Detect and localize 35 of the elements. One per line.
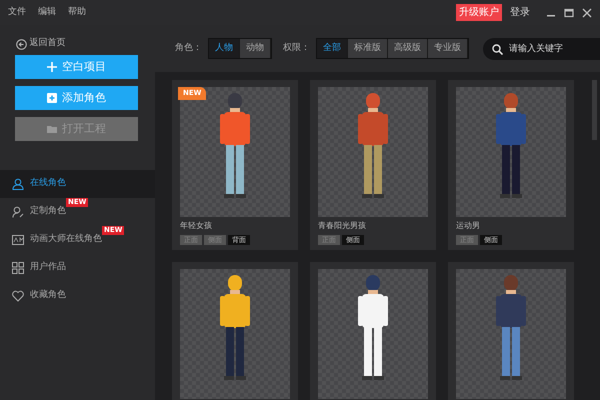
filter-tab[interactable]: 专业版 — [428, 38, 468, 58]
sidebar-item[interactable]: 用户作品 — [0, 254, 155, 282]
back-arrow-icon — [16, 38, 27, 50]
upgrade-account-button[interactable]: 升级账户 — [456, 4, 502, 21]
sidebar-item[interactable]: 在线角色 — [0, 170, 155, 198]
person-pencil-icon — [12, 206, 24, 218]
filter-tab[interactable]: 全部 — [317, 38, 348, 58]
folder-icon — [47, 124, 57, 134]
filter-label: 权限： — [283, 42, 310, 55]
plus-icon — [47, 62, 57, 72]
character-card[interactable] — [310, 262, 436, 400]
back-home-link[interactable]: 返回首页 — [30, 37, 66, 51]
filter-tab[interactable]: 人物 — [209, 38, 240, 58]
close-icon[interactable] — [582, 8, 592, 18]
login-link[interactable]: 登录 — [510, 5, 530, 20]
character-card[interactable] — [172, 262, 298, 400]
heart-icon — [12, 290, 24, 302]
menu-item[interactable]: 文件 — [8, 6, 26, 20]
add-square-icon — [47, 93, 57, 103]
scrollbar-thumb[interactable] — [592, 80, 597, 140]
sidebar-item[interactable]: 收藏角色 — [0, 282, 155, 310]
filter-tab[interactable]: 高级版 — [388, 38, 428, 58]
filter-label: 角色： — [175, 42, 202, 55]
search-field[interactable]: 请输入关键字 — [483, 38, 600, 60]
person-icon — [12, 178, 24, 190]
menu-item[interactable]: 帮助 — [68, 6, 86, 20]
filter-tab[interactable]: 动物 — [240, 38, 271, 58]
menu-item[interactable]: 编辑 — [38, 6, 56, 20]
filter-tab[interactable]: 标准版 — [348, 38, 388, 58]
character-name: 运动男 — [456, 220, 481, 232]
character-name: 青春阳光男孩 — [318, 220, 367, 232]
maximize-icon[interactable] — [564, 8, 574, 18]
character-name: 年轻女孩 — [180, 220, 213, 232]
grid-icon — [12, 262, 24, 274]
am-square-icon — [12, 234, 24, 246]
